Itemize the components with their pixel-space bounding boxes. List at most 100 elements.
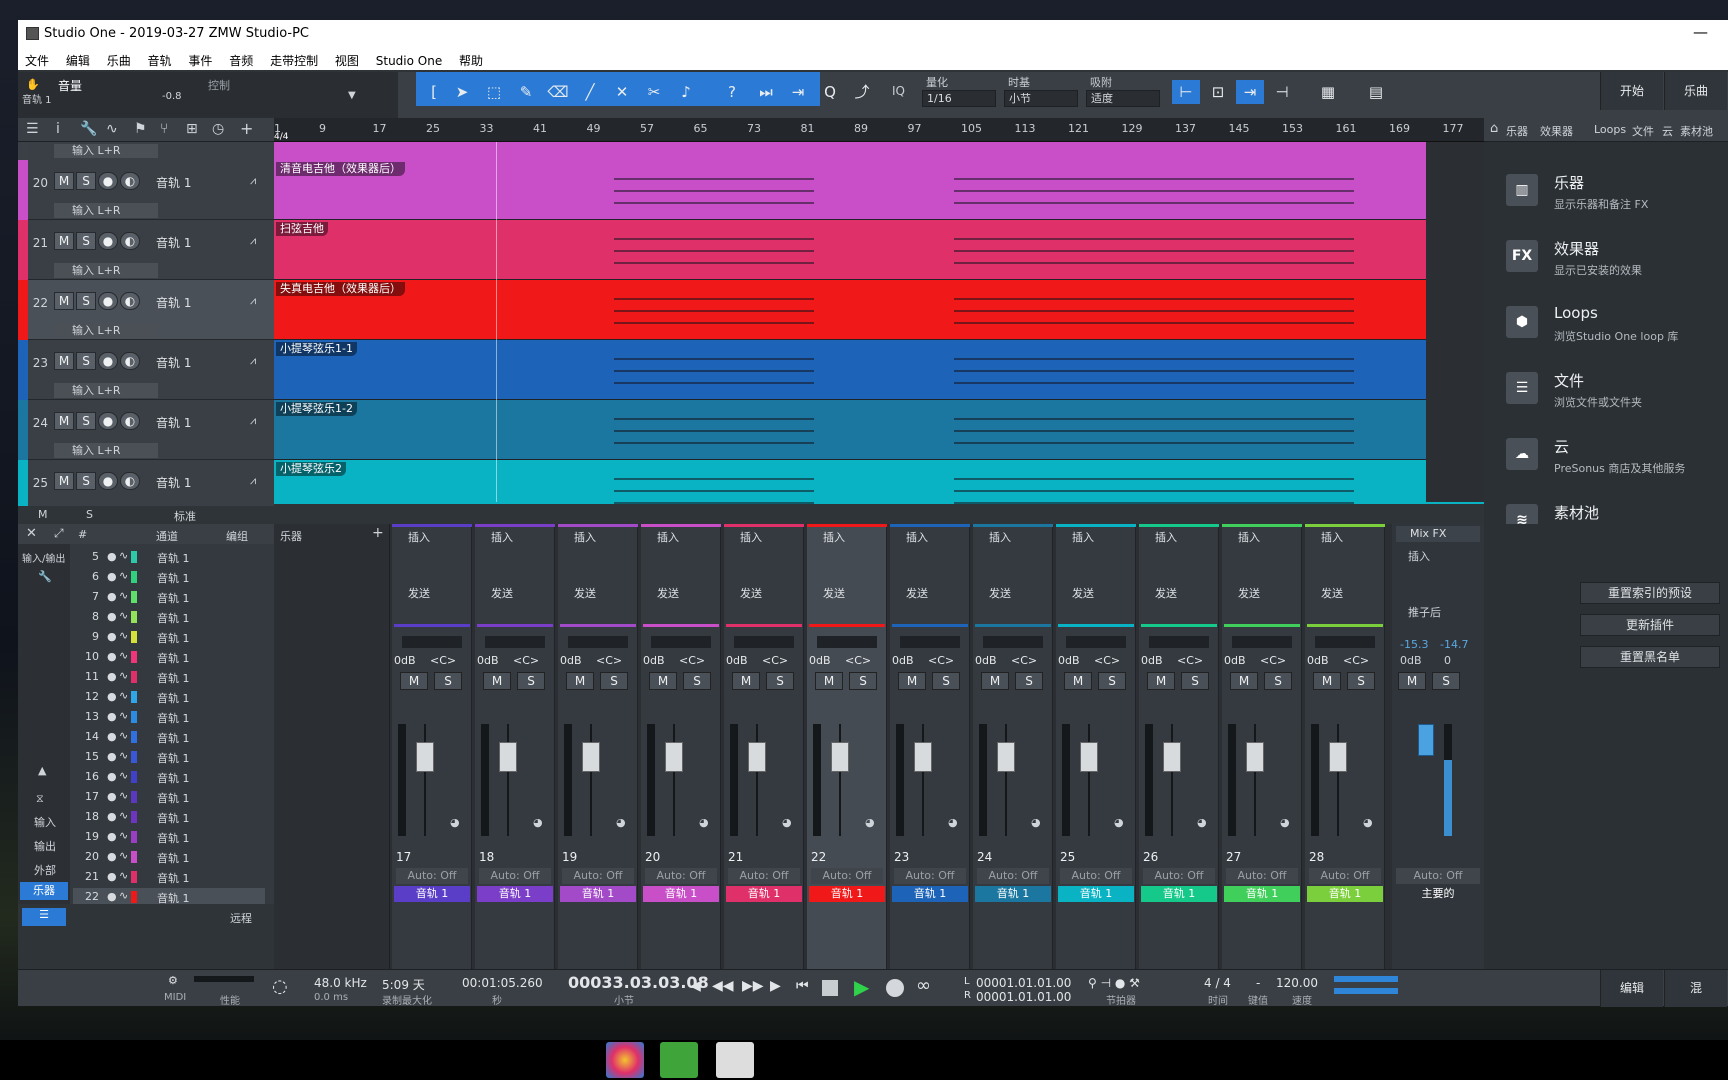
main-postfader[interactable]: 推子后	[1408, 604, 1441, 620]
send-slot[interactable]: 发送	[643, 586, 719, 602]
channel-strip[interactable]: 插入 发送 0dB <C> M S ◕ 17 Auto: Off 音轨 1	[392, 524, 472, 969]
channel-row[interactable]: 7 ● ∿ 音轨 1	[73, 588, 265, 607]
visibility-dot-icon[interactable]: ●	[107, 590, 117, 603]
strip-solo[interactable]: S	[932, 672, 960, 690]
input-select[interactable]: 输入 L+R	[54, 383, 158, 398]
remote-label[interactable]: 远程	[230, 910, 252, 926]
solo-button[interactable]: S	[76, 412, 96, 430]
pan-readout[interactable]: <C>	[430, 654, 456, 667]
split-tool-icon[interactable]: ✂	[640, 80, 668, 104]
send-slot[interactable]: 发送	[726, 586, 802, 602]
pan-readout[interactable]: <C>	[1094, 654, 1120, 667]
monitor-button[interactable]: ◐	[120, 352, 140, 370]
snap-left-icon[interactable]: ⊢	[1172, 80, 1200, 104]
channel-row[interactable]: 12 ● ∿ 音轨 1	[73, 688, 265, 707]
fader-cap[interactable]	[1080, 742, 1098, 772]
automation-mode[interactable]: Auto: Off	[396, 868, 468, 884]
channel-row[interactable]: 18 ● ∿ 音轨 1	[73, 808, 265, 827]
pan-slider[interactable]	[1315, 636, 1375, 648]
snap-grid-icon[interactable]: ⊡	[1204, 80, 1232, 104]
pan-knob-icon[interactable]: ◕	[450, 816, 460, 829]
pan-readout[interactable]: <C>	[513, 654, 539, 667]
hand-icon[interactable]: ✋	[26, 78, 40, 91]
inspector-value[interactable]: -0.8	[162, 91, 182, 102]
insert-slot[interactable]: 插入	[560, 530, 636, 546]
waveform-icon[interactable]: ⩘	[250, 414, 256, 428]
track-lane[interactable]: 小提琴弦乐1-1	[274, 340, 1492, 400]
menu-view[interactable]: 视图	[335, 52, 359, 69]
main-insert[interactable]: 插入	[1408, 548, 1430, 564]
channel-strip[interactable]: 插入 发送 0dB <C> M S ◕ 23 Auto: Off 音轨 1	[890, 524, 970, 969]
seconds-value[interactable]: 00:01:05.260	[462, 976, 543, 990]
strip-mute[interactable]: M	[566, 672, 594, 690]
pan-readout[interactable]: <C>	[845, 654, 871, 667]
record-arm-button[interactable]: ●	[98, 472, 118, 490]
track-header[interactable]: 22 M S ● ◐ 音轨 1 ⩘ 输入 L+R	[18, 280, 274, 340]
pan-slider[interactable]	[1232, 636, 1292, 648]
help-icon[interactable]: ?	[718, 80, 746, 104]
insert-slot[interactable]: 插入	[1224, 530, 1300, 546]
tab-pool[interactable]: 素材池	[1680, 123, 1713, 139]
tab-cloud[interactable]: 云	[1662, 123, 1673, 139]
channel-strip[interactable]: 插入 发送 0dB <C> M S ◕ 19 Auto: Off 音轨 1	[558, 524, 638, 969]
browser-item[interactable]: ▥ 乐器 显示乐器和备注 FX	[1484, 162, 1728, 228]
branch-icon[interactable]: ⑂	[160, 121, 168, 137]
menu-edit[interactable]: 编辑	[66, 52, 90, 69]
volume-readout[interactable]: 0dB	[1058, 654, 1080, 667]
paint-tool-icon[interactable]: ╱	[576, 80, 604, 104]
fader-cap[interactable]	[748, 742, 766, 772]
expand-icon[interactable]: ⧖	[36, 792, 44, 806]
channel-strip[interactable]: 插入 发送 0dB <C> M S ◕ 28 Auto: Off 音轨 1	[1305, 524, 1385, 969]
volume-readout[interactable]: 0dB	[1224, 654, 1246, 667]
pan-knob-icon[interactable]: ◕	[699, 816, 709, 829]
volume-readout[interactable]: 0dB	[643, 654, 665, 667]
solo-button[interactable]: S	[76, 292, 96, 310]
strip-mute[interactable]: M	[981, 672, 1009, 690]
pan-readout[interactable]: <C>	[1177, 654, 1203, 667]
visibility-dot-icon[interactable]: ●	[107, 750, 117, 763]
waveform-icon[interactable]: ⩘	[250, 474, 256, 488]
tab-loops[interactable]: Loops	[1594, 123, 1626, 136]
insert-slot[interactable]: 插入	[726, 530, 802, 546]
tab-effects[interactable]: 效果器	[1540, 123, 1573, 139]
strip-mute[interactable]: M	[815, 672, 843, 690]
pan-readout[interactable]: <C>	[1343, 654, 1369, 667]
pin-icon[interactable]: ⤢	[54, 526, 64, 541]
volume-readout[interactable]: 0dB	[1141, 654, 1163, 667]
input-select[interactable]: 输入 L+R	[54, 443, 158, 458]
time-signature-value[interactable]: 4 / 4	[1204, 976, 1231, 990]
strip-mute[interactable]: M	[400, 672, 428, 690]
pan-readout[interactable]: <C>	[596, 654, 622, 667]
volume-readout[interactable]: 0dB	[892, 654, 914, 667]
pan-knob-icon[interactable]: ◕	[782, 816, 792, 829]
send-slot[interactable]: 发送	[1307, 586, 1383, 602]
track-header[interactable]: 21 M S ● ◐ 音轨 1 ⩘ 输入 L+R	[18, 220, 274, 280]
waveform-icon[interactable]: ⩘	[250, 354, 256, 368]
automation-mode[interactable]: Auto: Off	[1143, 868, 1215, 884]
main-db[interactable]: 0dB	[1400, 654, 1422, 667]
insert-slot[interactable]: 插入	[1307, 530, 1383, 546]
return-zero-icon[interactable]: ⏮	[796, 978, 809, 994]
automation-mode[interactable]: Auto: Off	[728, 868, 800, 884]
record-arm-button[interactable]: ●	[98, 352, 118, 370]
main-fader-cap[interactable]	[1418, 724, 1434, 756]
channel-strip[interactable]: 插入 发送 0dB <C> M S ◕ 24 Auto: Off 音轨 1	[973, 524, 1053, 969]
channel-row[interactable]: 17 ● ∿ 音轨 1	[73, 788, 265, 807]
mute-button[interactable]: M	[54, 172, 74, 190]
io-label[interactable]: 输入/输出	[22, 550, 65, 565]
fader-cap[interactable]	[416, 742, 434, 772]
grid-view-icon[interactable]: ▦	[1314, 80, 1342, 104]
footer-solo[interactable]: S	[86, 508, 93, 521]
reset-blacklist-button[interactable]: 重置黑名单	[1580, 646, 1720, 668]
visibility-dot-icon[interactable]: ●	[107, 870, 117, 883]
bracket-icon[interactable]: [	[420, 80, 448, 104]
key-value[interactable]: -	[1256, 976, 1260, 990]
visibility-dot-icon[interactable]: ●	[107, 570, 117, 583]
tab-instruments[interactable]: 乐器	[1506, 123, 1528, 139]
metronome-icon[interactable]: ⚲ ⊣ ● ⚒	[1088, 976, 1140, 990]
volume-readout[interactable]: 0dB	[394, 654, 416, 667]
menu-transport[interactable]: 走带控制	[270, 52, 318, 69]
automation-mode[interactable]: Auto: Off	[1060, 868, 1132, 884]
record-arm-button[interactable]: ●	[98, 292, 118, 310]
strip-mute[interactable]: M	[649, 672, 677, 690]
